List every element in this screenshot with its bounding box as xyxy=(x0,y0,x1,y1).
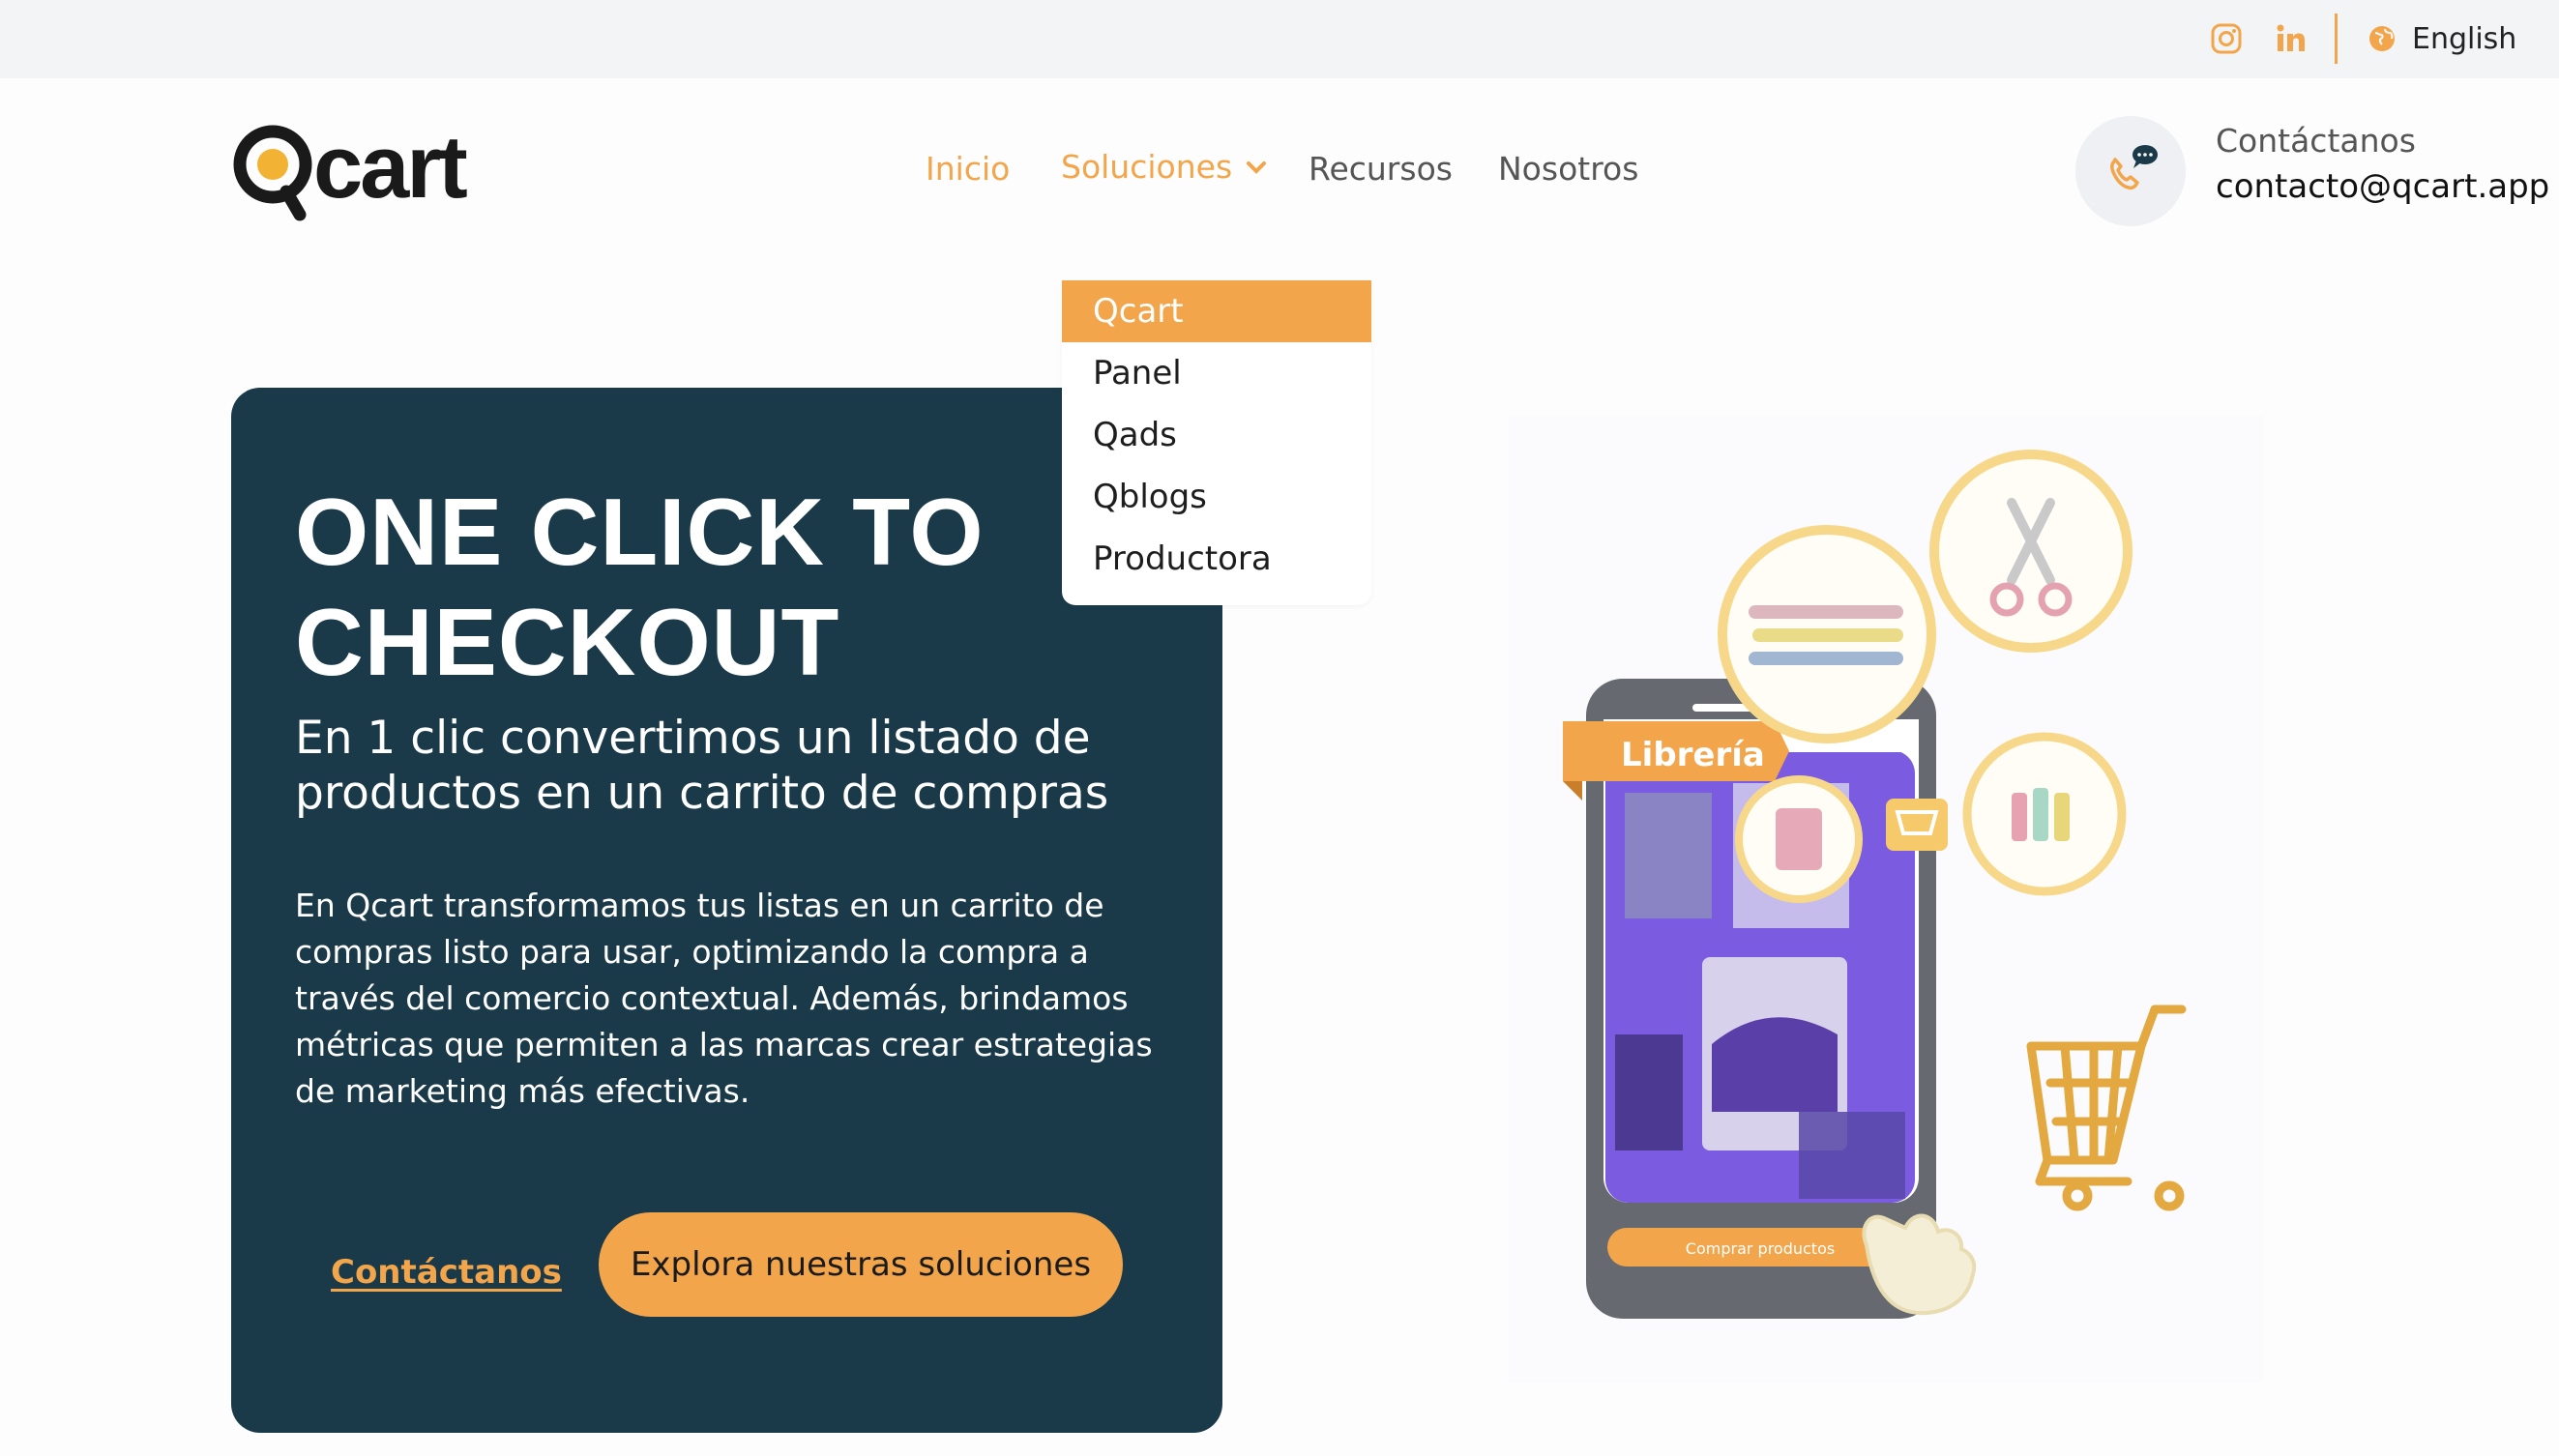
top-bar: English xyxy=(0,0,2559,78)
nav-recursos[interactable]: Recursos xyxy=(1309,150,1453,188)
dropdown-item-panel[interactable]: Panel xyxy=(1062,342,1371,404)
nav-soluciones[interactable]: Soluciones xyxy=(1061,148,1267,186)
nav-soluciones-label: Soluciones xyxy=(1061,148,1233,186)
instagram-icon[interactable] xyxy=(2209,21,2244,56)
phone-buy-label: Comprar productos xyxy=(1686,1239,1835,1258)
hero-description: En Qcart transformamos tus listas en un … xyxy=(295,887,1153,1110)
linkedin-icon[interactable] xyxy=(2273,21,2308,56)
nav-inicio[interactable]: Inicio xyxy=(926,150,1010,188)
dropdown-item-qblogs[interactable]: Qblogs xyxy=(1062,466,1371,528)
contact-email[interactable]: contacto@qcart.app xyxy=(2216,167,2549,206)
svg-text:cart: cart xyxy=(313,118,467,217)
tag-label: Librería xyxy=(1621,736,1765,774)
dropdown-item-qads[interactable]: Qads xyxy=(1062,404,1371,466)
phone-chat-icon xyxy=(2110,145,2158,190)
contact-link[interactable]: Contáctanos xyxy=(331,1253,562,1292)
chevron-down-icon xyxy=(1247,160,1267,174)
soluciones-dropdown: Qcart Panel Qads Qblogs Productora xyxy=(1062,280,1371,605)
contact-label: Contáctanos xyxy=(2216,122,2416,160)
nav-nosotros[interactable]: Nosotros xyxy=(1498,150,1638,188)
hero-title: ONE CLICK TO CHECKOUT xyxy=(295,479,985,695)
contact-icon-circle[interactable] xyxy=(2075,116,2186,226)
globe-icon xyxy=(2369,26,2395,51)
dropdown-item-qcart[interactable]: Qcart xyxy=(1062,280,1371,342)
language-label: English xyxy=(2412,21,2517,56)
dropdown-item-productora[interactable]: Productora xyxy=(1062,528,1371,590)
hero-illustration: Librería Comprar productos xyxy=(1509,416,2263,1383)
hero-subtitle: En 1 clic convertimos un listado de prod… xyxy=(295,712,1109,820)
language-selector[interactable]: English xyxy=(2368,19,2516,58)
topbar-divider xyxy=(2335,14,2338,64)
explore-solutions-button[interactable]: Explora nuestras soluciones xyxy=(599,1212,1123,1317)
cart-badge xyxy=(1886,799,1948,851)
qcart-logo[interactable]: cart xyxy=(230,118,501,224)
